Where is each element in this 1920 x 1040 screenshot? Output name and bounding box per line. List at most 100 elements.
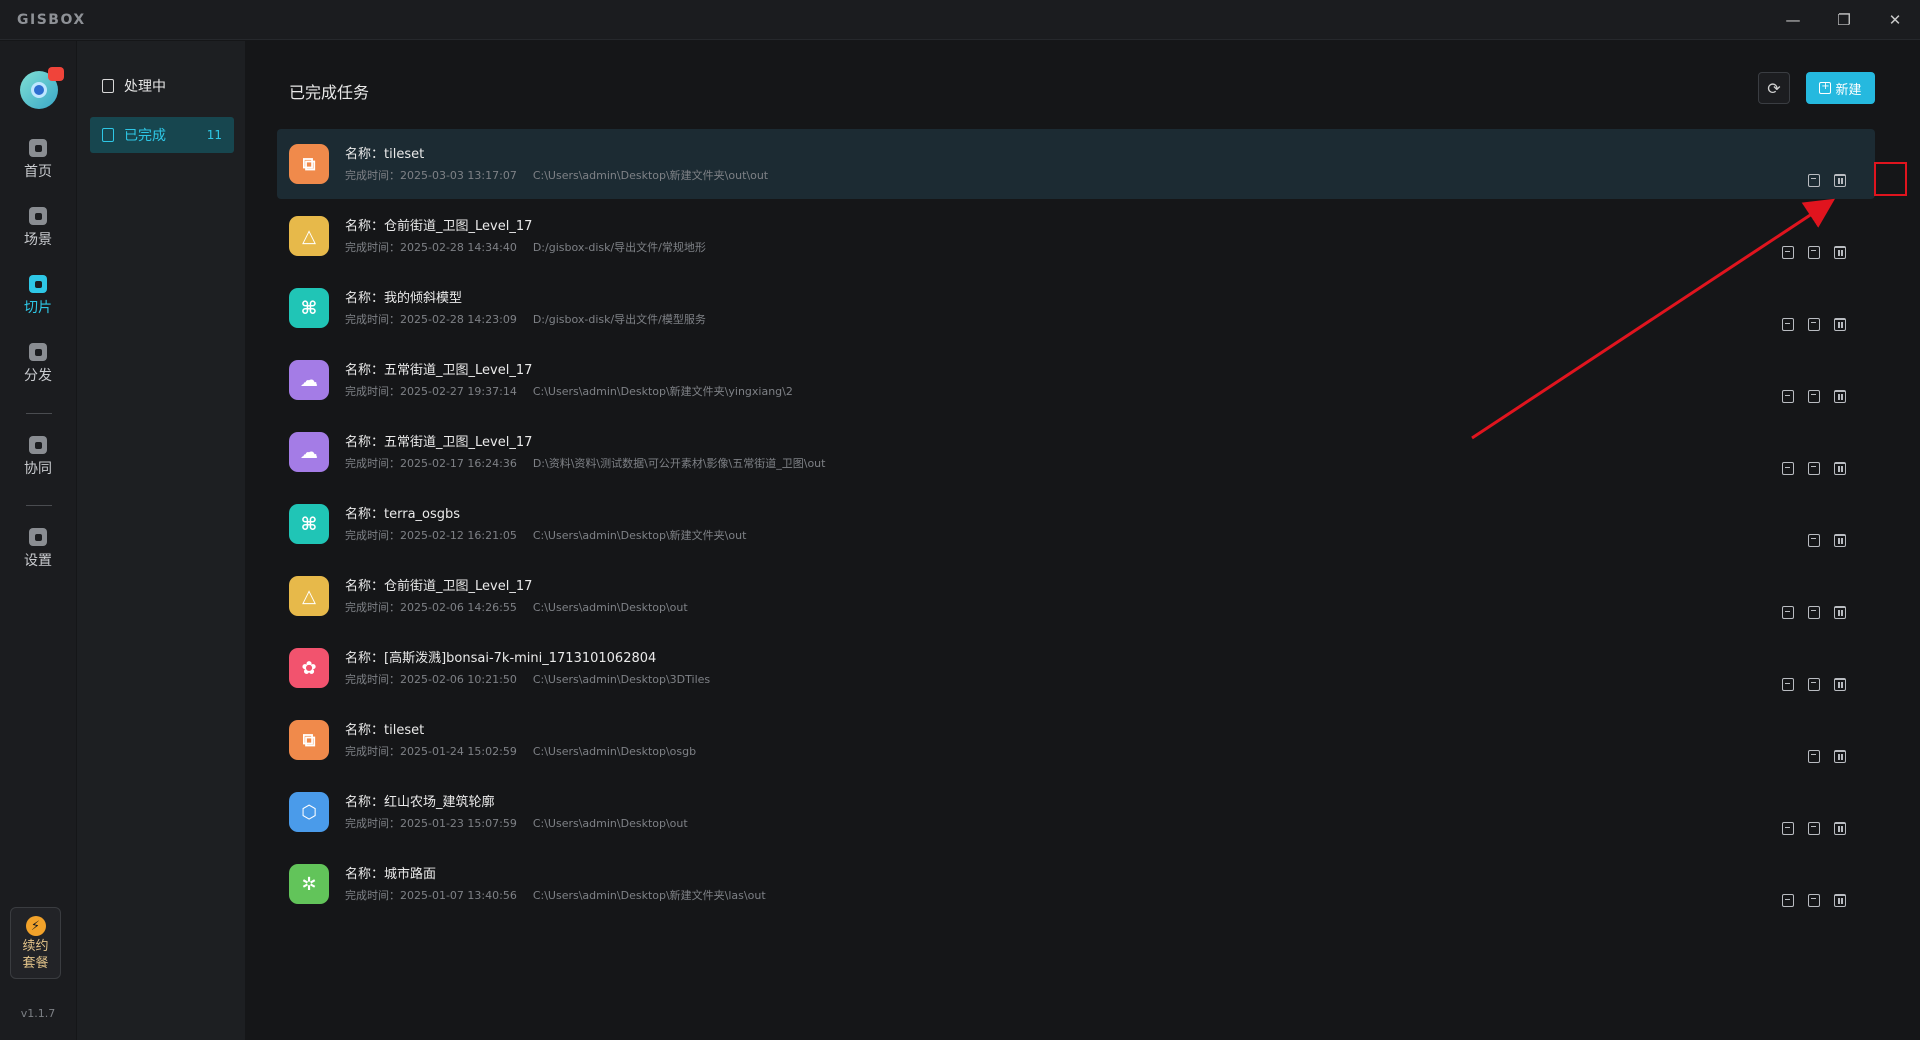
task-path: C:\Users\admin\Desktop\out <box>532 817 688 830</box>
task-row[interactable]: ⧉ 名称：tileset 完成时间：2025-03-03 13:17:07 C:\Us… <box>277 129 1875 199</box>
trash-icon <box>1834 317 1846 331</box>
task-path: C:\Users\admin\Desktop\新建文件夹\out <box>532 529 747 542</box>
task-row[interactable]: ⧉ 名称：tileset 完成时间：2025-01-24 15:02:59 C:\Us… <box>277 705 1875 775</box>
lightning-icon: ⚡ <box>25 916 46 936</box>
task-path: C:\Users\admin\Desktop\out <box>532 601 688 614</box>
new-task-button[interactable]: + 新建 <box>1806 72 1875 104</box>
task-time-prefix: 完成时间： <box>345 673 400 686</box>
deploy-icon <box>1782 821 1794 835</box>
task-time: 2025-02-12 16:21:05 <box>400 529 517 542</box>
avatar[interactable] <box>20 67 64 109</box>
task-row[interactable]: △ 名称：仓前街道_卫图_Level_17 完成时间：2025-02-06 14:2… <box>277 561 1875 631</box>
open-folder-button[interactable] <box>1803 169 1825 191</box>
open-folder-button[interactable] <box>1803 241 1825 263</box>
file-icon <box>1808 749 1820 763</box>
delete-highlight-box <box>1874 162 1907 196</box>
delete-button[interactable] <box>1829 745 1851 767</box>
deploy-service-button[interactable] <box>1777 673 1799 695</box>
task-meta: 完成时间：2025-02-17 16:24:36 D:\资料\资料\测试数据\可公… <box>345 455 825 471</box>
nav-item-collaborate[interactable]: 协同 <box>0 436 76 478</box>
open-folder-button[interactable] <box>1803 313 1825 335</box>
task-row[interactable]: ✿ 名称：[高斯泼溅]bonsai-7k-mini_1713101062804 完成… <box>277 633 1875 703</box>
sidebar-item-processing[interactable]: 处理中 <box>90 68 234 104</box>
renew-plan-button[interactable]: ⚡ 续约 套餐 <box>10 907 61 979</box>
task-name-prefix: 名称： <box>345 363 385 378</box>
trash-icon <box>1834 533 1846 547</box>
task-type-icon: ☁ <box>289 360 329 400</box>
nav-label: 首页 <box>24 164 52 180</box>
deploy-service-button[interactable] <box>1777 241 1799 263</box>
deploy-service-button[interactable] <box>1777 313 1799 335</box>
task-row[interactable]: ⬡ 名称：红山农场_建筑轮廓 完成时间：2025-01-23 15:07:59 C:\… <box>277 777 1875 847</box>
task-name-value: 仓前街道_卫图_Level_17 <box>384 219 533 234</box>
task-time-prefix: 完成时间： <box>345 745 400 758</box>
nav-item-distribute[interactable]: 分发 <box>0 343 76 385</box>
task-row[interactable]: ✲ 名称：城市路面 完成时间：2025-01-07 13:40:56 C:\Users… <box>277 849 1875 919</box>
open-folder-button[interactable] <box>1803 745 1825 767</box>
nav-item-scene[interactable]: 场景 <box>0 207 76 249</box>
task-name: 名称：五常街道_卫图_Level_17 <box>345 431 532 450</box>
task-name-value: 红山农场_建筑轮廓 <box>384 795 495 810</box>
open-folder-button[interactable] <box>1803 601 1825 623</box>
delete-button[interactable] <box>1829 817 1851 839</box>
task-name-value: 仓前街道_卫图_Level_17 <box>384 579 533 594</box>
delete-button[interactable] <box>1829 241 1851 263</box>
task-time-prefix: 完成时间： <box>345 313 400 326</box>
task-meta: 完成时间：2025-02-12 16:21:05 C:\Users\admin\D… <box>345 527 746 543</box>
deploy-service-button[interactable] <box>1777 889 1799 911</box>
deploy-service-button[interactable] <box>1777 817 1799 839</box>
task-time-prefix: 完成时间： <box>345 889 400 902</box>
deploy-service-button[interactable] <box>1777 601 1799 623</box>
task-name-prefix: 名称： <box>345 723 385 738</box>
file-icon <box>1808 461 1820 475</box>
open-folder-button[interactable] <box>1803 529 1825 551</box>
task-name-value: 我的倾斜模型 <box>384 291 463 306</box>
restore-button[interactable]: ❐ <box>1824 6 1864 34</box>
delete-button[interactable] <box>1829 889 1851 911</box>
delete-button[interactable] <box>1829 313 1851 335</box>
file-icon <box>1808 533 1820 547</box>
task-row[interactable]: △ 名称：仓前街道_卫图_Level_17 完成时间：2025-02-28 14:3… <box>277 201 1875 271</box>
cube-icon <box>29 207 47 225</box>
delete-button[interactable] <box>1829 385 1851 407</box>
refresh-button[interactable]: ⟳ <box>1758 72 1790 104</box>
trash-icon <box>1834 461 1846 475</box>
open-folder-button[interactable] <box>1803 889 1825 911</box>
task-name: 名称：tileset <box>345 719 424 738</box>
open-folder-button[interactable] <box>1803 385 1825 407</box>
open-folder-button[interactable] <box>1803 817 1825 839</box>
task-row[interactable]: ⌘ 名称：terra_osgbs 完成时间：2025-02-12 16:21:05 C… <box>277 489 1875 559</box>
task-name: 名称：[高斯泼溅]bonsai-7k-mini_1713101062804 <box>345 647 656 666</box>
nav-item-home[interactable]: 首页 <box>0 139 76 181</box>
task-row[interactable]: ☁ 名称：五常街道_卫图_Level_17 完成时间：2025-02-17 16:2… <box>277 417 1875 487</box>
sidebar-item-completed[interactable]: 已完成 11 <box>90 117 234 153</box>
rail-divider <box>26 413 52 414</box>
task-row[interactable]: ☁ 名称：五常街道_卫图_Level_17 完成时间：2025-02-27 19:3… <box>277 345 1875 415</box>
close-button[interactable]: ✕ <box>1875 6 1915 34</box>
delete-button[interactable] <box>1829 457 1851 479</box>
task-name-value: [高斯泼溅]bonsai-7k-mini_1713101062804 <box>384 651 657 666</box>
file-icon <box>1808 317 1820 331</box>
task-name-value: 五常街道_卫图_Level_17 <box>384 363 533 378</box>
delete-button[interactable] <box>1829 673 1851 695</box>
task-row[interactable]: ⌘ 名称：我的倾斜模型 完成时间：2025-02-28 14:23:09 D:/gis… <box>277 273 1875 343</box>
notification-badge-icon <box>48 67 64 81</box>
task-meta: 完成时间：2025-01-23 15:07:59 C:\Users\admin\D… <box>345 815 688 831</box>
task-time-prefix: 完成时间： <box>345 241 400 254</box>
nav-item-slice[interactable]: 切片 <box>0 275 76 317</box>
nav-label: 分发 <box>24 368 52 384</box>
minimize-button[interactable]: — <box>1773 6 1813 34</box>
open-folder-button[interactable] <box>1803 673 1825 695</box>
trash-icon <box>1834 893 1846 907</box>
open-folder-button[interactable] <box>1803 457 1825 479</box>
delete-button[interactable] <box>1829 169 1851 191</box>
nav-item-settings[interactable]: 设置 <box>0 528 76 570</box>
distribute-icon <box>29 343 47 361</box>
file-icon <box>1808 677 1820 691</box>
task-name-prefix: 名称： <box>345 579 385 594</box>
deploy-service-button[interactable] <box>1777 385 1799 407</box>
delete-button[interactable] <box>1829 601 1851 623</box>
delete-button[interactable] <box>1829 529 1851 551</box>
app-logo: GISBOX <box>17 12 86 28</box>
deploy-service-button[interactable] <box>1777 457 1799 479</box>
